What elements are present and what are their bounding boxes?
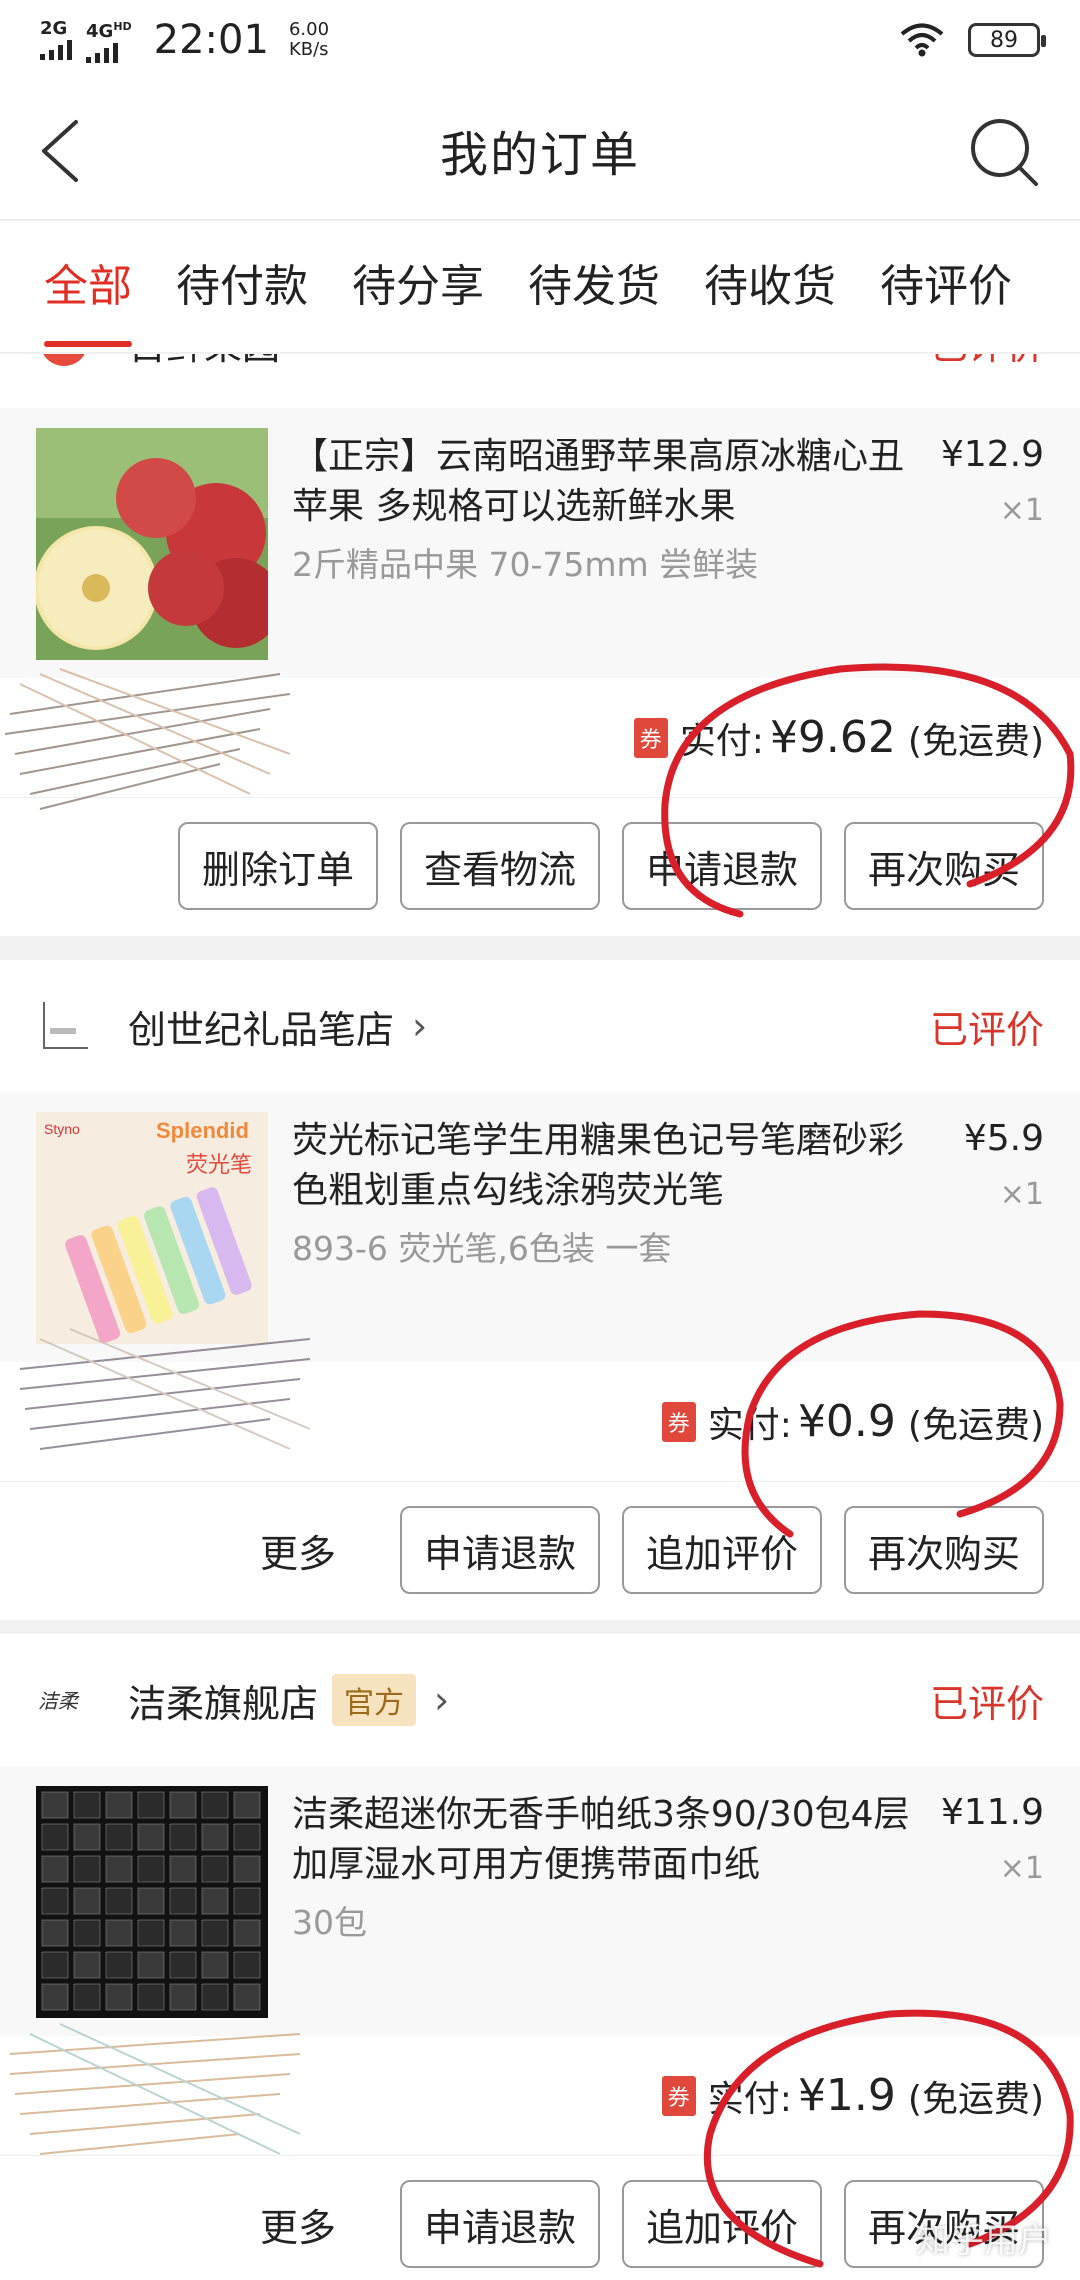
- chevron-right-icon: ›: [412, 1004, 428, 1048]
- product-quantity: ×1: [999, 493, 1044, 528]
- tab-pending-shipment[interactable]: 待发货: [484, 221, 660, 352]
- product-name: 洁柔超迷你无香手帕纸3条90/30包4层加厚湿水可用方便携带面巾纸: [292, 1794, 910, 1885]
- coupon-badge: 券: [661, 1401, 696, 1442]
- pay-amount: ¥9.62: [769, 712, 896, 763]
- request-refund-button[interactable]: 申请退款: [622, 822, 822, 910]
- tab-pending-payment[interactable]: 待付款: [132, 221, 308, 352]
- svg-text:Splendid: Splendid: [156, 1118, 249, 1143]
- product-name: 【正宗】云南昭通野苹果高原冰糖心丑苹果 多规格可以选新鲜水果: [292, 436, 905, 527]
- pay-amount: ¥1.9: [797, 2070, 896, 2121]
- page-title: 我的订单: [439, 126, 640, 183]
- order-card: 洁柔 洁柔旗舰店 官方 › 已评价 洁柔超迷你无香手帕纸3条90/30包4层加厚…: [0, 1634, 1080, 2280]
- status-bar: 2G 4GHD 22:01 6.00 KB/s 89: [0, 0, 1080, 80]
- order-item[interactable]: 【正宗】云南昭通野苹果高原冰糖心丑苹果 多规格可以选新鲜水果 2斤精品中果 70…: [0, 408, 1080, 678]
- clock: 22:01: [153, 17, 269, 63]
- payment-summary: 券 实付: ¥9.62 (免运费): [0, 678, 1080, 798]
- tab-pending-receipt[interactable]: 待收货: [660, 221, 836, 352]
- app-header: 我的订单: [0, 80, 1080, 220]
- view-logistics-button[interactable]: 查看物流: [400, 822, 600, 910]
- tab-pending-review[interactable]: 待评价: [836, 221, 1012, 352]
- pay-label: 实付:: [679, 720, 764, 762]
- order-status: 已评价: [929, 1681, 1044, 1726]
- battery-icon: 89: [968, 23, 1046, 57]
- shop-row[interactable]: 创世纪礼品笔店 › 已评价: [0, 960, 1080, 1092]
- tab-pending-share[interactable]: 待分享: [308, 221, 484, 352]
- product-spec: 30包: [292, 1903, 367, 1942]
- product-image: [36, 1786, 268, 2018]
- pay-amount: ¥0.9: [797, 1396, 896, 1447]
- product-spec: 2斤精品中果 70-75mm 尝鲜装: [292, 545, 759, 584]
- shipping-note: (免运费): [907, 1404, 1044, 1446]
- order-actions: 删除订单 查看物流 申请退款 再次购买: [0, 798, 1080, 934]
- pay-label: 实付:: [707, 1404, 792, 1446]
- order-item[interactable]: 洁柔超迷你无香手帕纸3条90/30包4层加厚湿水可用方便携带面巾纸 30包 ¥1…: [0, 1766, 1080, 2036]
- svg-text:荧光笔: 荧光笔: [186, 1152, 252, 1177]
- pay-label: 实付:: [707, 2078, 792, 2120]
- product-price: ¥11.9: [940, 1792, 1044, 1833]
- shipping-note: (免运费): [907, 2078, 1044, 2120]
- delete-order-button[interactable]: 删除订单: [178, 822, 378, 910]
- order-tabs: 全部 待付款 待分享 待发货 待收货 待评价: [0, 221, 1080, 353]
- order-card: 创世纪礼品笔店 › 已评价 Styno Splendid 荧光笔 荧光标记笔学生…: [0, 960, 1080, 1620]
- shop-row[interactable]: 百鲜果园 › 已评价: [0, 354, 1080, 408]
- chevron-right-icon: ›: [434, 1678, 450, 1722]
- order-item[interactable]: Styno Splendid 荧光笔 荧光标记笔学生用糖果色记号笔磨砂彩色粗划重…: [0, 1092, 1080, 1362]
- shop-name: 百鲜果园: [128, 354, 280, 370]
- order-card: 百鲜果园 › 已评价 【正宗】云南昭通野苹果高原冰糖心丑苹果 多: [0, 354, 1080, 936]
- network-speed: 6.00 KB/s: [288, 19, 330, 60]
- shop-name: 洁柔旗舰店: [128, 1681, 319, 1726]
- product-price: ¥12.9: [940, 434, 1044, 475]
- product-quantity: ×1: [999, 1851, 1044, 1886]
- product-name: 荧光标记笔学生用糖果色记号笔磨砂彩色粗划重点勾线涂鸦荧光笔: [292, 1120, 905, 1211]
- product-image: [36, 428, 268, 660]
- chevron-right-icon: ›: [298, 354, 313, 364]
- more-button[interactable]: 更多: [260, 2197, 336, 2252]
- buy-again-button[interactable]: 再次购买: [844, 822, 1044, 910]
- request-refund-button[interactable]: 申请退款: [400, 2180, 600, 2268]
- add-review-button[interactable]: 追加评价: [622, 2180, 822, 2268]
- battery-level: 89: [990, 27, 1018, 53]
- official-badge: 官方: [332, 1674, 417, 1726]
- product-quantity: ×1: [999, 1177, 1044, 1212]
- coupon-badge: 券: [661, 2075, 696, 2116]
- product-spec: 893-6 荧光笔,6色装 一套: [292, 1229, 672, 1268]
- search-icon[interactable]: [968, 116, 1040, 188]
- shop-logo: [36, 354, 92, 370]
- product-image: Styno Splendid 荧光笔: [36, 1112, 268, 1344]
- product-price: ¥5.9: [963, 1118, 1044, 1159]
- coupon-badge: 券: [633, 717, 668, 758]
- svg-text:Styno: Styno: [44, 1121, 80, 1137]
- tab-all[interactable]: 全部: [0, 221, 132, 352]
- wifi-icon: [900, 23, 944, 57]
- buy-again-button[interactable]: 再次购买: [844, 1506, 1044, 1594]
- order-actions: 更多 申请退款 追加评价 再次购买: [0, 1482, 1080, 1618]
- network-label-4g: 4GHD: [86, 19, 132, 42]
- svg-text:洁柔: 洁柔: [38, 1691, 80, 1713]
- network-label-2g: 2G: [40, 18, 68, 39]
- chevron-left-icon[interactable]: [36, 116, 96, 186]
- more-button[interactable]: 更多: [260, 1523, 336, 1578]
- shipping-note: (免运费): [907, 720, 1044, 762]
- shop-name: 创世纪礼品笔店: [128, 1007, 395, 1052]
- order-list: 百鲜果园 › 已评价 【正宗】云南昭通野苹果高原冰糖心丑苹果 多: [0, 354, 1080, 2280]
- signal-4g-icon: 4GHD: [86, 18, 132, 63]
- shop-row[interactable]: 洁柔 洁柔旗舰店 官方 › 已评价: [0, 1634, 1080, 1766]
- watermark: 知乎用户: [916, 2221, 1052, 2261]
- payment-summary: 券 实付: ¥0.9 (免运费): [0, 1362, 1080, 1482]
- order-status: 已评价: [929, 1007, 1044, 1052]
- order-status: 已评价: [930, 354, 1044, 370]
- request-refund-button[interactable]: 申请退款: [400, 1506, 600, 1594]
- add-review-button[interactable]: 追加评价: [622, 1506, 822, 1594]
- signal-2g-icon: 2G: [40, 20, 72, 60]
- shop-logo: [36, 998, 92, 1054]
- shop-logo: 洁柔: [36, 1672, 92, 1728]
- payment-summary: 券 实付: ¥1.9 (免运费): [0, 2036, 1080, 2156]
